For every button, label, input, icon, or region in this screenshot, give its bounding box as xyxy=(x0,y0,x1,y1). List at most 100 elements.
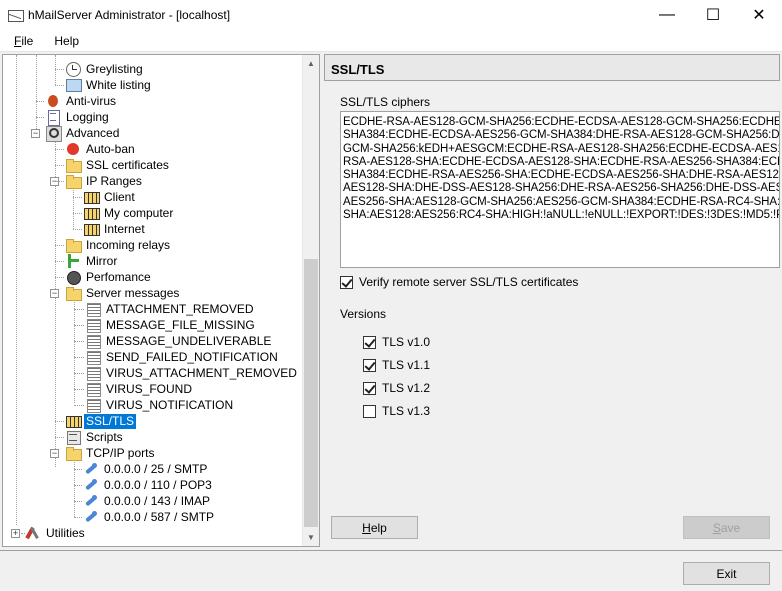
ciphers-label: SSL/TLS ciphers xyxy=(340,95,431,109)
tree-item[interactable]: Incoming relays xyxy=(65,237,172,253)
tls-version-checkbox[interactable]: TLS v1.1 xyxy=(363,358,430,372)
tree-item[interactable]: Client xyxy=(83,189,137,205)
tree-connector-line xyxy=(55,261,64,262)
tree-item-label: Incoming relays xyxy=(86,237,171,252)
cipher-line: SHA384:ECDHE-ECDSA-AES256-GCM-SHA384:DHE… xyxy=(343,129,780,142)
tree-item-label: SSL/TLS xyxy=(84,413,137,429)
clock-icon xyxy=(65,61,81,77)
collapse-advanced-icon[interactable]: − xyxy=(31,129,40,138)
collapse-tcpip-ports-icon[interactable]: − xyxy=(50,449,59,458)
tree-connector-line xyxy=(74,341,84,342)
tree-item[interactable]: 0.0.0.0 / 587 / SMTP xyxy=(83,509,216,525)
tree-item[interactable]: 0.0.0.0 / 143 / IMAP xyxy=(83,493,212,509)
tls-version-box[interactable] xyxy=(363,335,376,349)
ciphers-textarea[interactable]: ECDHE-RSA-AES128-GCM-SHA256:ECDHE-ECDSA-… xyxy=(340,111,780,268)
folder-icon xyxy=(65,445,82,461)
navigation-tree[interactable]: − − − − + Greylisting White listing Anti-virus… xyxy=(2,54,320,547)
collapse-server-messages-icon[interactable]: − xyxy=(50,289,59,298)
magnify-icon xyxy=(45,125,62,142)
tls-version-box[interactable] xyxy=(363,358,376,372)
tls-version-box[interactable] xyxy=(363,381,376,395)
tls-version-box[interactable] xyxy=(363,404,376,418)
tree-item[interactable]: 0.0.0.0 / 110 / POP3 xyxy=(83,477,214,493)
performance-icon xyxy=(65,269,81,285)
message-icon xyxy=(85,365,101,381)
tree-item[interactable]: ATTACHMENT_REMOVED xyxy=(85,301,256,317)
tree-item[interactable]: SSL certificates xyxy=(65,157,171,173)
exit-button[interactable]: Exit xyxy=(683,562,770,585)
tree-item[interactable]: Scripts xyxy=(65,429,125,445)
cipher-line: RSA-AES128-SHA:ECDHE-ECDSA-AES128-SHA:EC… xyxy=(343,155,779,168)
tree-connector-line xyxy=(16,55,17,525)
tree-connector-line xyxy=(74,501,82,502)
close-button[interactable]: ✕ xyxy=(736,0,782,30)
menu-bar: File Help xyxy=(0,30,782,52)
tree-item[interactable]: VIRUS_FOUND xyxy=(85,381,194,397)
menu-file[interactable]: File xyxy=(7,34,40,48)
tree-connector-line xyxy=(55,55,56,85)
tree-item-label: TCP/IP ports xyxy=(86,445,155,460)
tree-item-label: Scripts xyxy=(86,429,123,444)
scroll-thumb[interactable] xyxy=(304,259,318,527)
exit-label: Exit xyxy=(716,566,737,581)
tls-version-checkbox[interactable]: TLS v1.2 xyxy=(363,381,430,395)
tree-connector-line xyxy=(55,165,64,166)
tree-item[interactable]: Mirror xyxy=(65,253,119,269)
tree-item[interactable]: 0.0.0.0 / 25 / SMTP xyxy=(83,461,209,477)
tree-connector-line xyxy=(55,245,64,246)
minimize-button[interactable]: — xyxy=(644,0,690,30)
save-button[interactable]: Save xyxy=(683,516,770,539)
tree-item[interactable]: Anti-virus xyxy=(45,93,118,109)
verify-certificates-label: Verify remote server SSL/TLS certificate… xyxy=(359,275,579,289)
tree-item[interactable]: MESSAGE_FILE_MISSING xyxy=(85,317,257,333)
expand-utilities-icon[interactable]: + xyxy=(11,529,20,538)
tree-item[interactable]: IP Ranges xyxy=(65,173,144,189)
tree-item-label: White listing xyxy=(86,77,151,92)
tree-item[interactable]: My computer xyxy=(83,205,175,221)
tree-item-label: IP Ranges xyxy=(86,173,142,188)
help-button[interactable]: Help xyxy=(331,516,418,539)
tree-item[interactable]: Internet xyxy=(83,221,147,237)
tree-item[interactable]: Auto-ban xyxy=(65,141,137,157)
tls-version-checkbox[interactable]: TLS v1.0 xyxy=(363,335,430,349)
tree-item[interactable]: Logging xyxy=(45,109,111,126)
port-icon xyxy=(83,509,99,525)
tree-item[interactable]: White listing xyxy=(65,77,153,93)
tree-scrollbar[interactable]: ▲ ▼ xyxy=(302,55,319,546)
tls-version-checkbox[interactable]: TLS v1.3 xyxy=(363,404,430,418)
tree-item[interactable]: VIRUS_ATTACHMENT_REMOVED xyxy=(85,365,299,381)
cipher-line: AES256-SHA:AES128-GCM-SHA256:AES256-GCM-… xyxy=(343,195,780,208)
tree-item[interactable]: TCP/IP ports xyxy=(65,445,156,461)
tree-item[interactable]: SSL/TLS xyxy=(65,413,137,429)
maximize-button[interactable]: ☐ xyxy=(690,0,736,30)
tree-connector-line xyxy=(74,291,75,403)
panel-title: SSL/TLS xyxy=(324,54,780,81)
tree-item[interactable]: Server messages xyxy=(65,285,181,301)
tree-item-label: 0.0.0.0 / 143 / IMAP xyxy=(104,493,211,508)
tree-item-label: Mirror xyxy=(86,253,118,268)
tree-connector-line xyxy=(74,309,84,310)
verify-checkbox-box[interactable] xyxy=(340,275,353,289)
screen-icon xyxy=(65,77,82,93)
tree-item[interactable]: SEND_FAILED_NOTIFICATION xyxy=(85,349,280,365)
verify-certificates-checkbox[interactable]: Verify remote server SSL/TLS certificate… xyxy=(340,275,578,289)
message-icon xyxy=(85,317,101,333)
tree-item[interactable]: Utilities xyxy=(25,525,87,541)
scroll-up-arrow-icon[interactable]: ▲ xyxy=(303,55,319,72)
tls-version-label: TLS v1.0 xyxy=(382,335,431,349)
tree-connector-line xyxy=(36,117,44,118)
mirror-icon xyxy=(65,253,81,269)
message-icon xyxy=(85,301,101,317)
tree-item[interactable]: Advanced xyxy=(45,125,121,142)
scroll-down-arrow-icon[interactable]: ▼ xyxy=(303,529,319,546)
tree-item[interactable]: VIRUS_NOTIFICATION xyxy=(85,397,235,413)
tree-item-label: Logging xyxy=(66,109,109,124)
cipher-line: SHA:AES128:AES256:RC4-SHA:HIGH:!aNULL:!e… xyxy=(343,209,780,222)
tls-version-label: TLS v1.1 xyxy=(382,358,431,372)
tree-item[interactable]: MESSAGE_UNDELIVERABLE xyxy=(85,333,273,349)
tree-item-label: Advanced xyxy=(66,125,120,140)
cipher-line: AES128-SHA:DHE-DSS-AES128-SHA256:DHE-RSA… xyxy=(343,182,780,195)
menu-help[interactable]: Help xyxy=(47,34,86,48)
tree-item[interactable]: Greylisting xyxy=(65,61,145,77)
tree-item[interactable]: Perfomance xyxy=(65,269,153,285)
